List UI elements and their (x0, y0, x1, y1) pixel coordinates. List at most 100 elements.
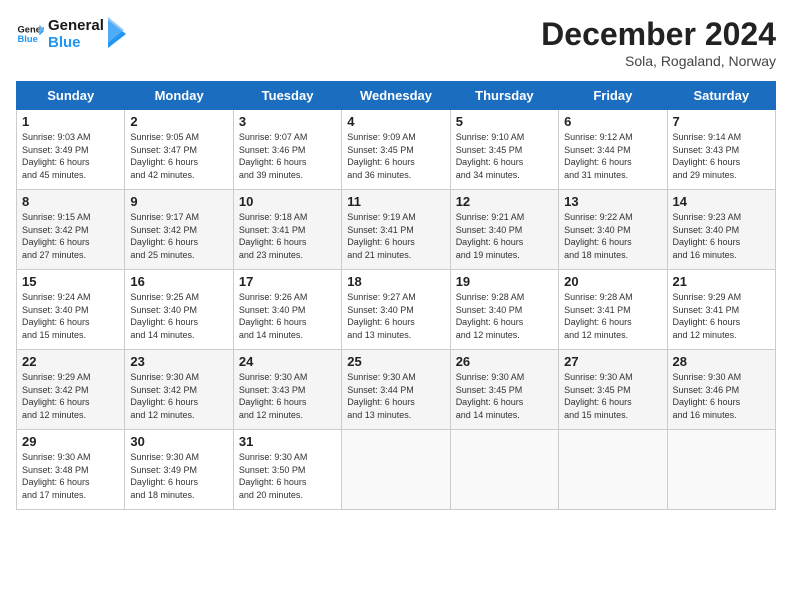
day-number: 29 (22, 434, 119, 449)
day-number: 6 (564, 114, 661, 129)
calendar-cell: 31Sunrise: 9:30 AMSunset: 3:50 PMDayligh… (233, 430, 341, 510)
page-header: General Blue General Blue December 2024 … (16, 16, 776, 69)
column-header-friday: Friday (559, 82, 667, 110)
calendar-body: 1 Sunrise: 9:03 AMSunset: 3:49 PMDaylight… (17, 110, 776, 510)
day-number: 3 (239, 114, 336, 129)
day-number: 27 (564, 354, 661, 369)
month-title: December 2024 (541, 16, 776, 53)
calendar-week-row: 1 Sunrise: 9:03 AMSunset: 3:49 PMDaylight… (17, 110, 776, 190)
day-number: 7 (673, 114, 770, 129)
calendar-cell: 6 Sunrise: 9:12 AMSunset: 3:44 PMDaylight… (559, 110, 667, 190)
cell-sun-info: Sunrise: 9:14 AMSunset: 3:43 PMDaylight:… (673, 131, 770, 181)
cell-sun-info: Sunrise: 9:23 AMSunset: 3:40 PMDaylight:… (673, 211, 770, 261)
calendar-cell (342, 430, 450, 510)
day-number: 5 (456, 114, 553, 129)
day-number: 8 (22, 194, 119, 209)
day-number: 23 (130, 354, 227, 369)
cell-sun-info: Sunrise: 9:29 AMSunset: 3:41 PMDaylight:… (673, 291, 770, 341)
cell-sun-info: Sunrise: 9:30 AMSunset: 3:43 PMDaylight:… (239, 371, 336, 421)
calendar-cell: 1 Sunrise: 9:03 AMSunset: 3:49 PMDaylight… (17, 110, 125, 190)
cell-sun-info: Sunrise: 9:28 AMSunset: 3:41 PMDaylight:… (564, 291, 661, 341)
day-number: 9 (130, 194, 227, 209)
calendar-week-row: 29 Sunrise: 9:30 AMSunset: 3:48 PMDayligh… (17, 430, 776, 510)
calendar-cell: 28 Sunrise: 9:30 AMSunset: 3:46 PMDayligh… (667, 350, 775, 430)
day-number: 21 (673, 274, 770, 289)
cell-sun-info: Sunrise: 9:19 AMSunset: 3:41 PMDaylight:… (347, 211, 444, 261)
calendar-cell: 13 Sunrise: 9:22 AMSunset: 3:40 PMDayligh… (559, 190, 667, 270)
cell-sun-info: Sunrise: 9:09 AMSunset: 3:45 PMDaylight:… (347, 131, 444, 181)
cell-sun-info: Sunrise: 9:27 AMSunset: 3:40 PMDaylight:… (347, 291, 444, 341)
cell-sun-info: Sunrise: 9:24 AMSunset: 3:40 PMDaylight:… (22, 291, 119, 341)
cell-sun-info: Sunrise: 9:29 AMSunset: 3:42 PMDaylight:… (22, 371, 119, 421)
cell-sun-info: Sunrise: 9:15 AMSunset: 3:42 PMDaylight:… (22, 211, 119, 261)
calendar-cell: 29 Sunrise: 9:30 AMSunset: 3:48 PMDayligh… (17, 430, 125, 510)
day-number: 28 (673, 354, 770, 369)
cell-sun-info: Sunrise: 9:07 AMSunset: 3:46 PMDaylight:… (239, 131, 336, 181)
calendar-cell: 11 Sunrise: 9:19 AMSunset: 3:41 PMDayligh… (342, 190, 450, 270)
cell-sun-info: Sunrise: 9:12 AMSunset: 3:44 PMDaylight:… (564, 131, 661, 181)
calendar-cell: 18Sunrise: 9:27 AMSunset: 3:40 PMDayligh… (342, 270, 450, 350)
calendar-cell: 26 Sunrise: 9:30 AMSunset: 3:45 PMDayligh… (450, 350, 558, 430)
cell-sun-info: Sunrise: 9:18 AMSunset: 3:41 PMDaylight:… (239, 211, 336, 261)
svg-text:Blue: Blue (18, 34, 38, 44)
calendar-cell (559, 430, 667, 510)
calendar-header-row: SundayMondayTuesdayWednesdayThursdayFrid… (17, 82, 776, 110)
cell-sun-info: Sunrise: 9:30 AMSunset: 3:45 PMDaylight:… (456, 371, 553, 421)
day-number: 12 (456, 194, 553, 209)
day-number: 14 (673, 194, 770, 209)
cell-sun-info: Sunrise: 9:25 AMSunset: 3:40 PMDaylight:… (130, 291, 227, 341)
cell-sun-info: Sunrise: 9:28 AMSunset: 3:40 PMDaylight:… (456, 291, 553, 341)
calendar-cell: 23 Sunrise: 9:30 AMSunset: 3:42 PMDayligh… (125, 350, 233, 430)
cell-sun-info: Sunrise: 9:30 AMSunset: 3:46 PMDaylight:… (673, 371, 770, 421)
calendar-cell: 27 Sunrise: 9:30 AMSunset: 3:45 PMDayligh… (559, 350, 667, 430)
cell-sun-info: Sunrise: 9:22 AMSunset: 3:40 PMDaylight:… (564, 211, 661, 261)
cell-sun-info: Sunrise: 9:30 AMSunset: 3:45 PMDaylight:… (564, 371, 661, 421)
calendar-cell: 16 Sunrise: 9:25 AMSunset: 3:40 PMDayligh… (125, 270, 233, 350)
calendar-cell: 14 Sunrise: 9:23 AMSunset: 3:40 PMDayligh… (667, 190, 775, 270)
column-header-thursday: Thursday (450, 82, 558, 110)
calendar-cell: 8 Sunrise: 9:15 AMSunset: 3:42 PMDaylight… (17, 190, 125, 270)
day-number: 22 (22, 354, 119, 369)
calendar-cell: 9Sunrise: 9:17 AMSunset: 3:42 PMDaylight… (125, 190, 233, 270)
day-number: 1 (22, 114, 119, 129)
cell-sun-info: Sunrise: 9:05 AMSunset: 3:47 PMDaylight:… (130, 131, 227, 181)
day-number: 26 (456, 354, 553, 369)
logo-blue: Blue (48, 34, 104, 51)
calendar-cell: 4 Sunrise: 9:09 AMSunset: 3:45 PMDaylight… (342, 110, 450, 190)
calendar-cell: 10Sunrise: 9:18 AMSunset: 3:41 PMDayligh… (233, 190, 341, 270)
calendar-week-row: 8 Sunrise: 9:15 AMSunset: 3:42 PMDaylight… (17, 190, 776, 270)
day-number: 13 (564, 194, 661, 209)
calendar-cell: 19 Sunrise: 9:28 AMSunset: 3:40 PMDayligh… (450, 270, 558, 350)
cell-sun-info: Sunrise: 9:30 AMSunset: 3:48 PMDaylight:… (22, 451, 119, 501)
calendar-cell: 22 Sunrise: 9:29 AMSunset: 3:42 PMDayligh… (17, 350, 125, 430)
column-header-monday: Monday (125, 82, 233, 110)
logo-icon: General Blue (16, 20, 44, 48)
calendar-cell: 24 Sunrise: 9:30 AMSunset: 3:43 PMDayligh… (233, 350, 341, 430)
calendar-cell: 3 Sunrise: 9:07 AMSunset: 3:46 PMDaylight… (233, 110, 341, 190)
cell-sun-info: Sunrise: 9:26 AMSunset: 3:40 PMDaylight:… (239, 291, 336, 341)
calendar-cell: 21 Sunrise: 9:29 AMSunset: 3:41 PMDayligh… (667, 270, 775, 350)
calendar-week-row: 22 Sunrise: 9:29 AMSunset: 3:42 PMDayligh… (17, 350, 776, 430)
calendar-cell: 25Sunrise: 9:30 AMSunset: 3:44 PMDayligh… (342, 350, 450, 430)
logo: General Blue General Blue (16, 16, 128, 52)
calendar-cell: 7 Sunrise: 9:14 AMSunset: 3:43 PMDaylight… (667, 110, 775, 190)
calendar-cell: 5Sunrise: 9:10 AMSunset: 3:45 PMDaylight… (450, 110, 558, 190)
day-number: 11 (347, 194, 444, 209)
logo-general: General (48, 17, 104, 34)
location-subtitle: Sola, Rogaland, Norway (541, 53, 776, 69)
cell-sun-info: Sunrise: 9:30 AMSunset: 3:42 PMDaylight:… (130, 371, 227, 421)
calendar-week-row: 15Sunrise: 9:24 AMSunset: 3:40 PMDayligh… (17, 270, 776, 350)
day-number: 16 (130, 274, 227, 289)
column-header-saturday: Saturday (667, 82, 775, 110)
calendar-table: SundayMondayTuesdayWednesdayThursdayFrid… (16, 81, 776, 510)
column-header-sunday: Sunday (17, 82, 125, 110)
calendar-cell: 2 Sunrise: 9:05 AMSunset: 3:47 PMDaylight… (125, 110, 233, 190)
calendar-cell: 20Sunrise: 9:28 AMSunset: 3:41 PMDayligh… (559, 270, 667, 350)
day-number: 24 (239, 354, 336, 369)
day-number: 19 (456, 274, 553, 289)
calendar-cell: 17Sunrise: 9:26 AMSunset: 3:40 PMDayligh… (233, 270, 341, 350)
day-number: 4 (347, 114, 444, 129)
day-number: 2 (130, 114, 227, 129)
calendar-cell: 15Sunrise: 9:24 AMSunset: 3:40 PMDayligh… (17, 270, 125, 350)
cell-sun-info: Sunrise: 9:03 AMSunset: 3:49 PMDaylight:… (22, 131, 119, 181)
